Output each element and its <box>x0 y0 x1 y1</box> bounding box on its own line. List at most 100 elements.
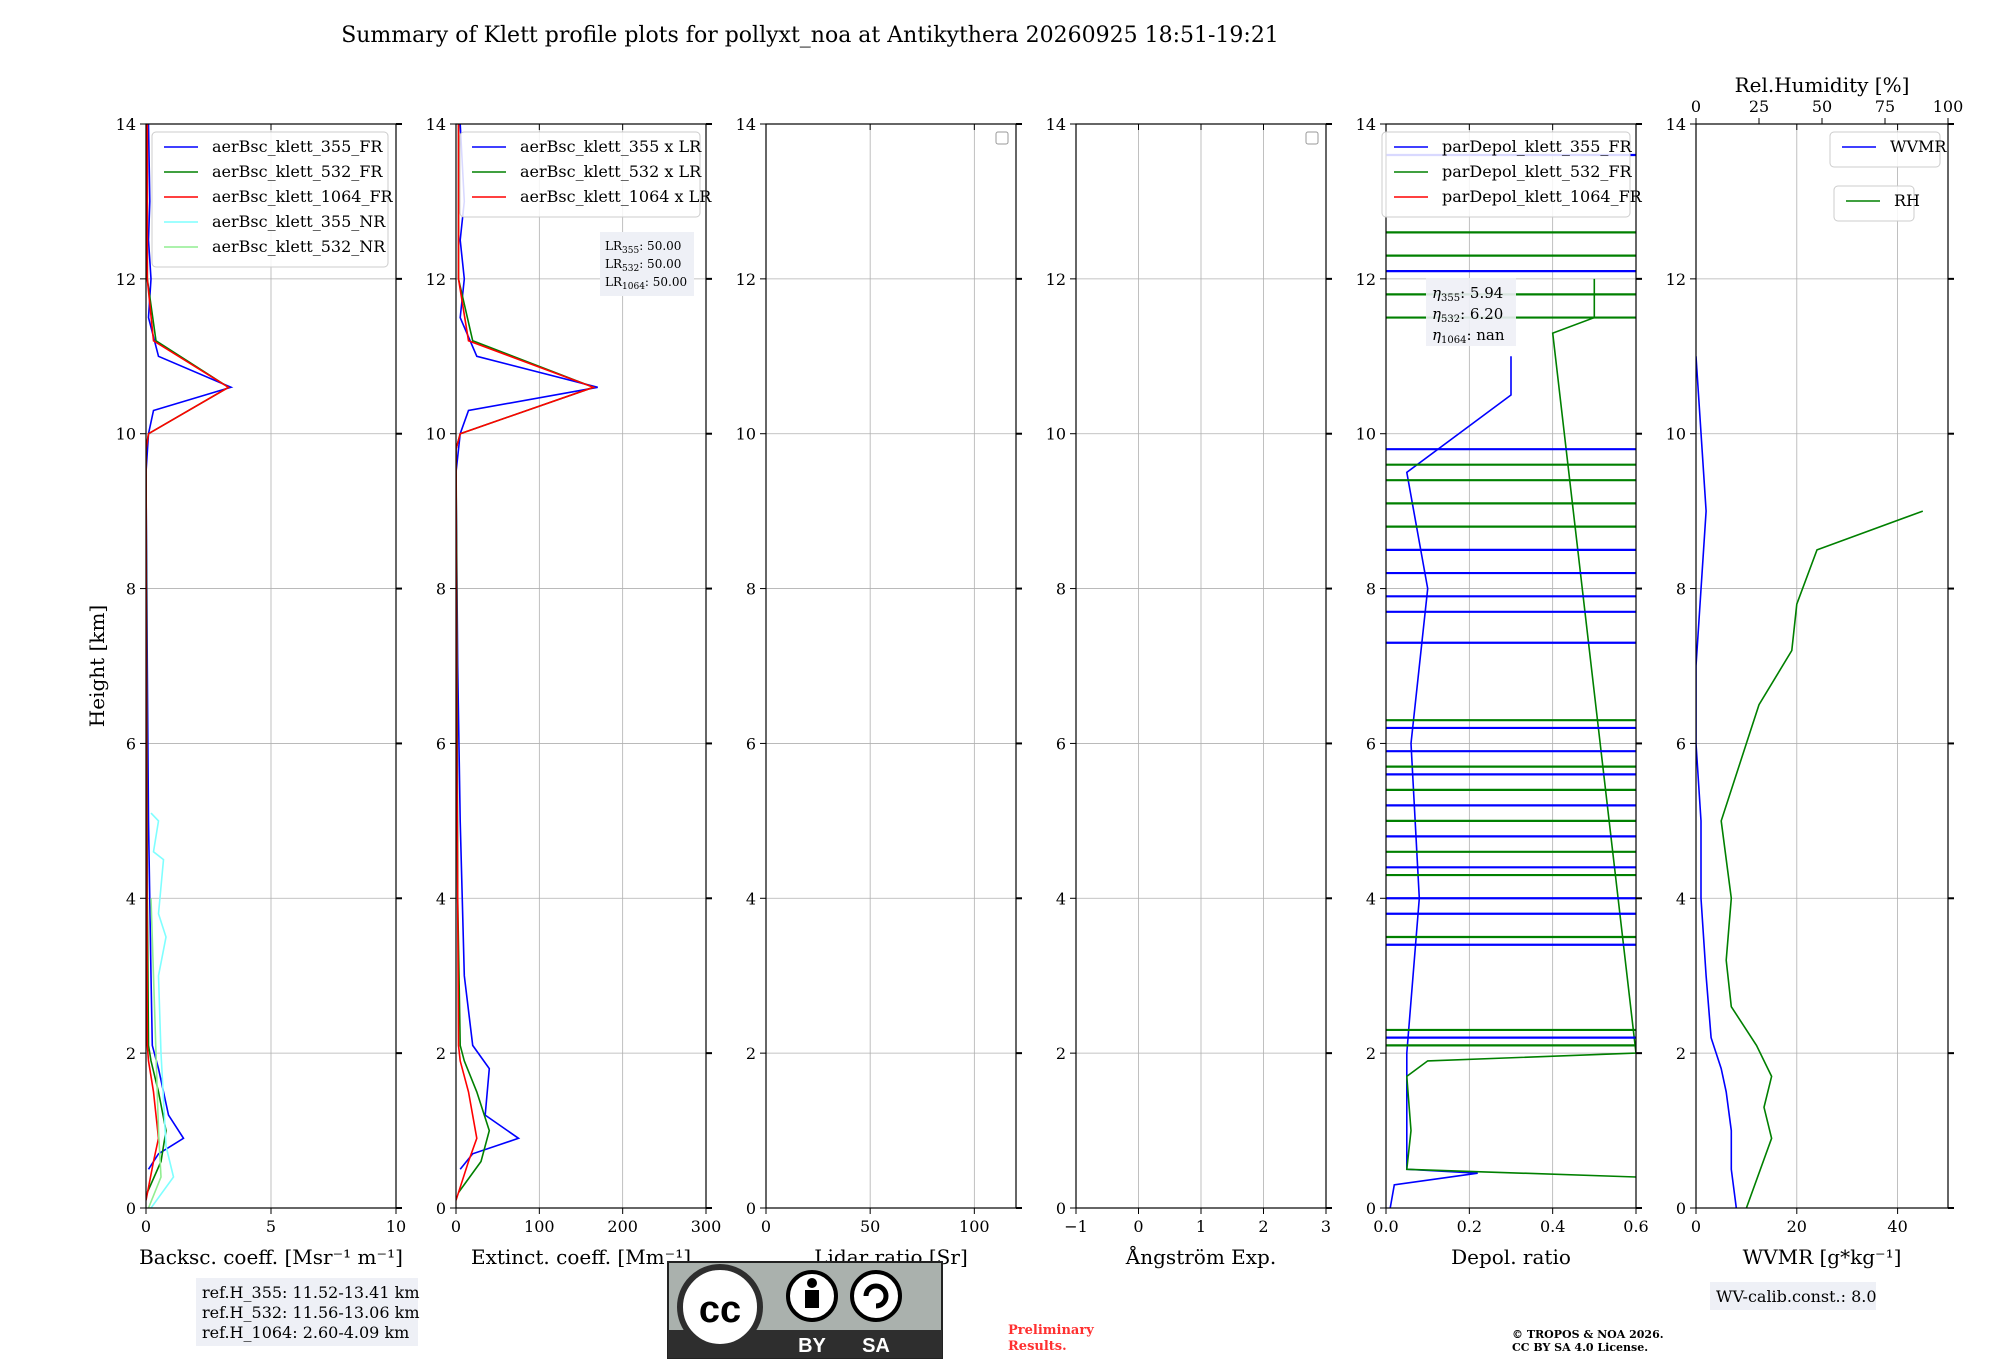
series-line-WVMR <box>1696 356 1738 1208</box>
ytick-label: 12 <box>426 270 446 289</box>
ytick-label: 8 <box>1676 580 1686 599</box>
svg-text:cc: cc <box>699 1289 741 1331</box>
ytick-label: 14 <box>116 115 136 134</box>
wv-calib: WV-calib.const.: 8.0 <box>1716 1287 1877 1306</box>
legend-label: aerBsc_klett_532 x LR <box>520 162 702 181</box>
ref-355: ref.H_355: 11.52-13.41 km <box>202 1283 420 1302</box>
ytick-label: 0 <box>436 1199 446 1218</box>
xtick-label: 0 <box>451 1217 461 1236</box>
xtick-label: 5 <box>266 1217 276 1236</box>
xtick-label: 0.2 <box>1457 1217 1482 1236</box>
legend-label: RH <box>1894 191 1920 210</box>
ytick-label: 8 <box>126 580 136 599</box>
series-group <box>146 124 234 1208</box>
ytick-label: 2 <box>1366 1044 1376 1063</box>
legend-rh: RH <box>1833 185 1920 222</box>
ref-1064: ref.H_1064: 2.60-4.09 km <box>202 1323 409 1342</box>
cc-sa-label: SA <box>862 1335 890 1357</box>
series-group <box>1696 356 1924 1208</box>
series-line-parDepol_klett_355_FR <box>1389 356 1512 1208</box>
cc-by-label: BY <box>798 1335 826 1357</box>
top-tick-label: 75 <box>1875 97 1895 116</box>
xtick-label: 0.6 <box>1623 1217 1648 1236</box>
preliminary-line2: Results. <box>1008 1339 1067 1354</box>
xaxis-label: Depol. ratio <box>1451 1245 1571 1269</box>
ytick-label: 8 <box>746 580 756 599</box>
empty-legend-lr <box>995 131 1009 145</box>
xtick-label: 0 <box>141 1217 151 1236</box>
legend-label: parDepol_klett_532_FR <box>1442 162 1633 181</box>
ytick-label: 2 <box>1056 1044 1066 1063</box>
axes-frame <box>1695 123 1949 1209</box>
top-tick-label: 50 <box>1812 97 1832 116</box>
series-line-aerBsc_klett_532 x LR <box>456 124 596 1193</box>
ytick-label: 2 <box>126 1044 136 1063</box>
xtick-label: 0 <box>1133 1217 1143 1236</box>
ytick-label: 4 <box>1676 889 1686 908</box>
xtick-label: 300 <box>691 1217 722 1236</box>
legend-label: aerBsc_klett_532_FR <box>212 162 383 181</box>
series-group <box>456 124 598 1201</box>
panel-ang: −1 0 1 2 302468101214Ångström Exp. <box>1046 115 1332 1269</box>
ytick-label: 10 <box>1046 425 1066 444</box>
xtick-label: 10 <box>386 1217 406 1236</box>
preliminary-line1: Preliminary <box>1008 1323 1094 1338</box>
series-line-aerBsc_klett_355 x LR <box>456 124 598 1170</box>
legend-label: aerBsc_klett_1064_FR <box>212 187 394 206</box>
ytick-label: 14 <box>736 115 756 134</box>
ytick-label: 0 <box>126 1199 136 1218</box>
ytick-label: 12 <box>736 270 756 289</box>
series-line-aerBsc_klett_355_FR <box>146 124 234 1170</box>
ytick-label: 10 <box>116 425 136 444</box>
legend-extinction: aerBsc_klett_355 x LR aerBsc_klett_532 x … <box>459 131 712 218</box>
xaxis-label: Extinct. coeff. [Mm⁻¹] <box>471 1245 691 1269</box>
xaxis-label: Backsc. coeff. [Msr⁻¹ m⁻¹] <box>139 1245 403 1269</box>
sa-icon <box>850 1270 902 1322</box>
xtick-label: 3 <box>1321 1217 1331 1236</box>
copyright-line1: © TROPOS & NOA 2026. <box>1512 1328 1664 1341</box>
top-tick-label: 100 <box>1933 97 1964 116</box>
ytick-label: 6 <box>1056 734 1066 753</box>
legend-wvmr: WVMR <box>1829 131 1947 168</box>
legend-label: aerBsc_klett_1064 x LR <box>520 187 712 206</box>
yaxis-label: Height [km] <box>85 605 109 727</box>
ytick-label: 12 <box>1356 270 1376 289</box>
top-axis-label: Rel.Humidity [%] <box>1735 73 1910 97</box>
ytick-label: 6 <box>126 734 136 753</box>
xtick-label: 1 <box>1196 1217 1206 1236</box>
ytick-label: 8 <box>1366 580 1376 599</box>
legend-label: aerBsc_klett_532_NR <box>212 237 386 256</box>
ytick-label: 14 <box>1046 115 1066 134</box>
ytick-label: 0 <box>1056 1199 1066 1218</box>
copyright-line2: CC BY SA 4.0 License. <box>1512 1341 1648 1354</box>
empty-legend-angstrom <box>1305 131 1319 145</box>
ytick-label: 14 <box>1666 115 1686 134</box>
xaxis-label: Ångström Exp. <box>1125 1244 1276 1269</box>
legend-depol: parDepol_klett_355_FR parDepol_klett_532_… <box>1381 131 1643 218</box>
legend-label: aerBsc_klett_355 x LR <box>520 137 702 156</box>
figure-title: Summary of Klett profile plots for polly… <box>341 23 1279 48</box>
series-line-aerBsc_klett_532_FR <box>146 124 231 1193</box>
top-tick-label: 0 <box>1691 97 1701 116</box>
xtick-label: 0 <box>761 1217 771 1236</box>
panel-wv: 0 20 40 0 2 4 6 8 10 12 14 WVMR [g*kg⁻¹] 0 25 50 75 100 R… <box>1666 73 1964 1269</box>
ytick-label: 10 <box>736 425 756 444</box>
ytick-label: 2 <box>746 1044 756 1063</box>
ytick-label: 0 <box>1366 1199 1376 1218</box>
ytick-label: 8 <box>1056 580 1066 599</box>
ytick-label: 6 <box>436 734 446 753</box>
summary-figure: Summary of Klett profile plots for polly… <box>85 23 1964 1359</box>
ytick-label: 4 <box>1366 889 1376 908</box>
cc-license-badge: cc BY SA <box>667 1261 943 1359</box>
ytick-label: 12 <box>116 270 136 289</box>
ytick-label: 10 <box>1666 425 1686 444</box>
ref-532: ref.H_532: 11.56-13.06 km <box>202 1303 420 1322</box>
ytick-label: 4 <box>126 889 136 908</box>
ytick-label: 12 <box>1046 270 1066 289</box>
xtick-label: 2 <box>1258 1217 1268 1236</box>
xtick-label: −1 <box>1064 1217 1088 1236</box>
ytick-label: 10 <box>1356 425 1376 444</box>
ytick-label: 0 <box>746 1199 756 1218</box>
ytick-label: 4 <box>746 889 756 908</box>
legend-label: parDepol_klett_355_FR <box>1442 137 1633 156</box>
